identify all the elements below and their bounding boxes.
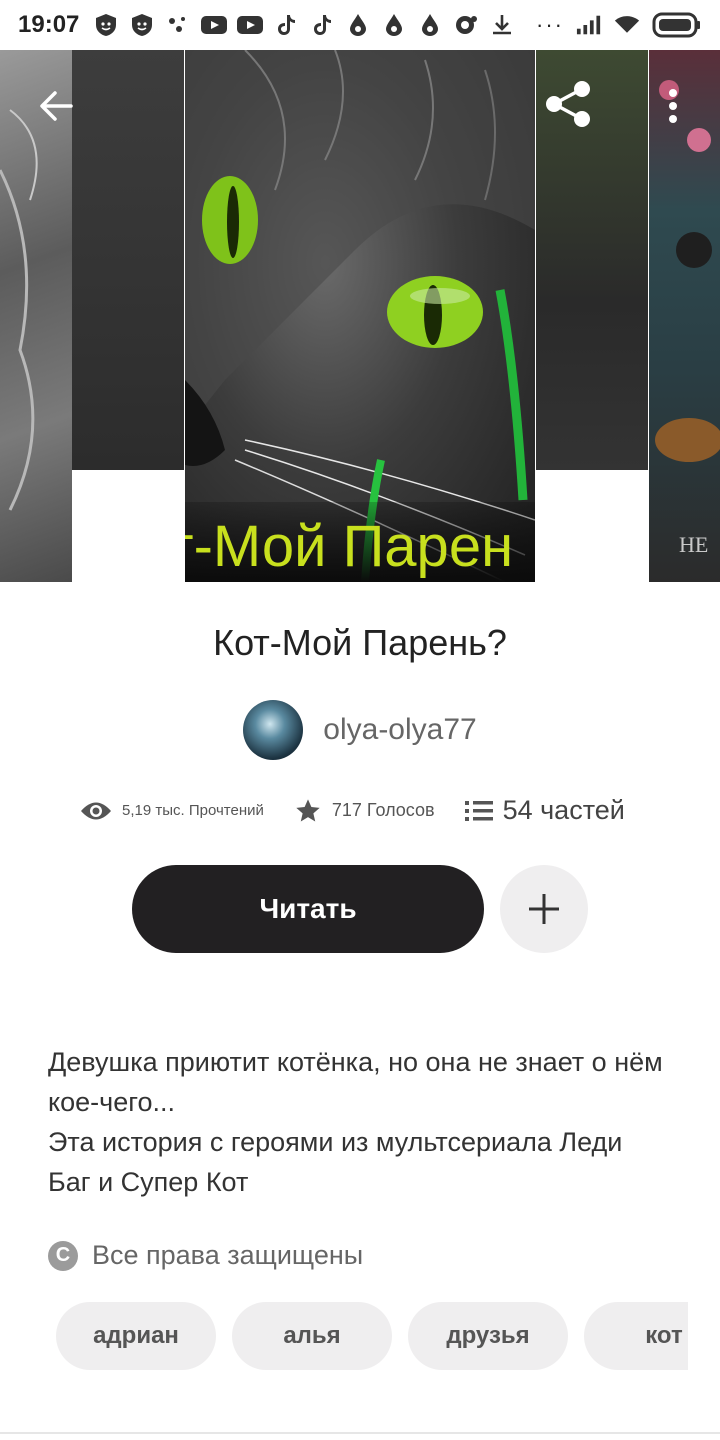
battery-icon — [652, 12, 702, 38]
wifi-icon — [614, 12, 640, 38]
system-status: ··· — [536, 12, 702, 38]
download-icon — [489, 12, 515, 38]
eye-icon — [81, 802, 111, 819]
prev-cover-shadow — [72, 50, 184, 470]
more-notifications: ··· — [536, 12, 564, 37]
vpn-icon — [453, 12, 479, 38]
read-button[interactable]: Читать — [132, 865, 484, 953]
parts-stat[interactable]: 54 частей — [464, 795, 625, 826]
divider — [0, 1432, 720, 1434]
share-icon — [546, 81, 590, 127]
tags-list[interactable]: адриан алья друзья кот — [56, 1302, 688, 1370]
star-icon — [296, 798, 320, 821]
next-cover-text: НЕ — [679, 532, 709, 557]
status-bar: 19:07 ··· — [0, 0, 720, 50]
copyright-text: Все права защищены — [92, 1240, 364, 1270]
status-time: 19:07 — [18, 11, 80, 38]
shield-icon — [129, 12, 155, 38]
shield-icon — [93, 12, 119, 38]
story-description: Девушка приютит котёнка, но она не знает… — [48, 1042, 672, 1202]
description-line: Эта история с героями из мультсериала Ле… — [48, 1127, 623, 1197]
signal-icon — [576, 12, 602, 38]
description-line: Девушка приютит котёнка, но она не знает… — [48, 1047, 663, 1117]
avatar[interactable] — [243, 700, 304, 760]
share-button[interactable] — [540, 76, 596, 132]
parts-count[interactable]: 54 частей — [503, 795, 625, 826]
add-to-library-button[interactable] — [500, 865, 588, 953]
tag-chip[interactable]: кот — [584, 1302, 688, 1370]
tag-chip[interactable]: адриан — [56, 1302, 216, 1370]
story-title: Кот-Мой Парень? — [213, 622, 507, 663]
youtube-icon — [237, 12, 264, 38]
reads-count: 5,19 тыс. Прочтений — [122, 802, 264, 819]
copyright-row: C Все права защищены — [48, 1240, 363, 1271]
youtube-icon — [201, 12, 228, 38]
notification-icons — [93, 12, 515, 38]
reads-stat: 5,19 тыс. Прочтений — [80, 800, 264, 822]
votes-stat: 717 Голосов — [294, 797, 435, 825]
tag-chip[interactable]: алья — [232, 1302, 392, 1370]
author-name[interactable]: olya-olya77 — [323, 713, 476, 747]
story-stats: 5,19 тыс. Прочтений 717 Голосов 54 часте… — [80, 795, 660, 826]
drop-icon — [345, 12, 371, 38]
story-cover[interactable]: т-Мой Парен — [185, 50, 535, 582]
drop-icon — [381, 12, 407, 38]
votes-count: 717 Голосов — [331, 800, 435, 820]
more-vertical-icon — [669, 89, 677, 123]
list-icon — [464, 800, 493, 821]
tiktok-icon — [273, 12, 299, 38]
copyright-icon: C — [48, 1240, 78, 1271]
drop-icon — [417, 12, 443, 38]
tiktok-icon — [309, 12, 335, 38]
arrow-left-icon — [40, 91, 73, 121]
cover-title-text: т-Мой Парен — [185, 514, 514, 579]
tag-chip[interactable]: друзья — [408, 1302, 568, 1370]
author-row[interactable]: olya-olya77 — [0, 700, 720, 760]
plus-icon — [529, 894, 559, 924]
back-button[interactable] — [28, 78, 84, 134]
dots-icon — [165, 12, 191, 38]
more-menu-button[interactable] — [645, 78, 701, 134]
cover-carousel[interactable]: т-Мой Парен НЕ — [0, 50, 720, 582]
